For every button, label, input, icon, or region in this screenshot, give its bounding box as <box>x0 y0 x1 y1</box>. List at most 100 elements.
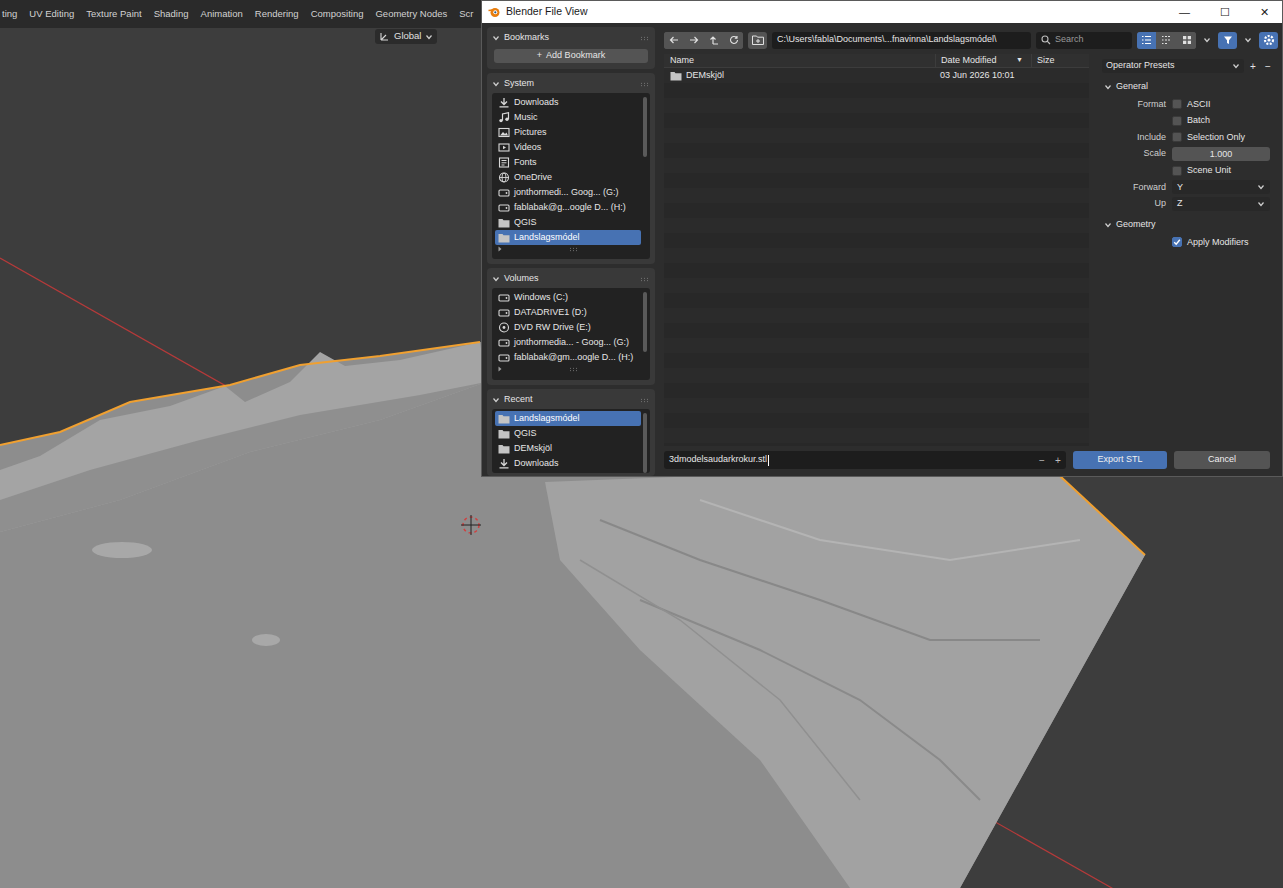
list-resize-bar[interactable] <box>495 365 641 373</box>
close-button[interactable]: ✕ <box>1247 4 1282 21</box>
column-header[interactable]: Name <box>664 54 935 67</box>
sidebar-item[interactable]: QGIS <box>495 215 641 230</box>
nav-button[interactable] <box>724 32 743 49</box>
checkbox[interactable] <box>1172 166 1182 176</box>
checkbox-label[interactable]: ASCII <box>1187 98 1211 112</box>
sidebar-item[interactable]: Downloads <box>495 456 641 471</box>
checkbox[interactable] <box>1172 237 1182 247</box>
filename-field[interactable]: 3dmodelsaudarkrokur.stl−+ <box>664 451 1066 469</box>
number-field[interactable]: 1.000 <box>1172 147 1270 161</box>
checkbox-label[interactable]: Batch <box>1187 114 1210 128</box>
panel-header[interactable]: System <box>492 75 650 93</box>
panel-header[interactable]: Bookmarks <box>492 29 650 47</box>
sidebar-item[interactable]: fablabak@gm...oogle D... (H:) <box>495 350 641 365</box>
workspace-tab[interactable]: Scr <box>453 7 479 21</box>
add-preset-button[interactable]: + <box>1247 59 1259 73</box>
section-title: General <box>1116 80 1148 94</box>
sidebar-item[interactable]: Downloads <box>495 95 641 110</box>
checkbox[interactable] <box>1172 99 1182 109</box>
dropdown[interactable]: Z <box>1172 197 1270 211</box>
orientation-dropdown[interactable]: Global <box>375 29 437 44</box>
drag-grip-icon[interactable] <box>640 277 650 282</box>
minimize-button[interactable]: — <box>1167 4 1202 21</box>
sidebar-item[interactable]: Fonts <box>495 155 641 170</box>
sidebar-item[interactable]: Pictures <box>495 125 641 140</box>
sidebar-item[interactable]: DEMskjöl <box>495 441 641 456</box>
text-cursor <box>768 455 769 466</box>
sidebar-item[interactable]: Landslagsmódel <box>495 230 641 245</box>
decrement-button[interactable]: − <box>1034 453 1050 468</box>
collapse-icon <box>492 275 500 283</box>
drag-grip-icon[interactable] <box>640 36 650 41</box>
sidebar-item[interactable]: jonthormedia... - Goog... (G:) <box>495 335 641 350</box>
scrollbar[interactable] <box>643 292 647 352</box>
resize-grip-icon[interactable] <box>569 247 579 252</box>
panel-header[interactable]: Volumes <box>492 270 650 288</box>
display-options-dropdown[interactable] <box>1201 32 1213 49</box>
checkbox-label[interactable]: Selection Only <box>1187 131 1245 145</box>
chevron-down-icon <box>1257 183 1265 191</box>
checkbox[interactable] <box>1172 116 1182 126</box>
workspace-tab[interactable]: Shading <box>148 7 195 21</box>
horizontal-list-icon <box>1161 35 1172 45</box>
workspace-tab[interactable]: Texture Paint <box>80 7 147 21</box>
file-row[interactable]: DEMskjöl03 Jun 2026 10:01 <box>664 68 1089 83</box>
nav-button[interactable] <box>664 32 683 49</box>
workspace-tab[interactable]: Animation <box>195 7 249 21</box>
music-icon <box>498 112 510 124</box>
sidebar-item[interactable]: OneDrive <box>495 170 641 185</box>
scrollbar[interactable] <box>643 97 647 157</box>
panel-header[interactable]: Recent <box>492 391 650 409</box>
download-icon <box>498 97 510 109</box>
remove-preset-button[interactable]: − <box>1262 59 1274 73</box>
workspace-tab[interactable]: Compositing <box>305 7 370 21</box>
settings-button[interactable] <box>1259 32 1278 49</box>
checkbox-label[interactable]: Scene Unit <box>1187 164 1231 178</box>
item-label: QGIS <box>514 427 537 441</box>
search-field[interactable] <box>1036 32 1132 49</box>
section-header[interactable]: General <box>1100 78 1278 96</box>
add-bookmark-button[interactable]: +Add Bookmark <box>494 49 648 63</box>
display-mode-button[interactable] <box>1177 32 1196 49</box>
sidebar-item[interactable]: DATADRIVE1 (D:) <box>495 305 641 320</box>
workspace-tab[interactable]: ting <box>2 7 23 21</box>
workspace-tab[interactable]: UV Editing <box>23 7 80 21</box>
new-folder-icon <box>752 35 764 45</box>
display-mode-button[interactable] <box>1137 32 1156 49</box>
sidebar-item[interactable]: fablabak@g...oogle D... (H:) <box>495 200 641 215</box>
workspace-tab[interactable]: Geometry Nodes <box>369 7 453 21</box>
section-header[interactable]: Geometry <box>1100 216 1278 234</box>
dropdown[interactable]: Y <box>1172 180 1270 194</box>
sidebar-item[interactable]: DVD RW Drive (E:) <box>495 320 641 335</box>
maximize-button[interactable]: ☐ <box>1207 4 1242 21</box>
filter-button[interactable] <box>1218 32 1237 49</box>
export-button[interactable]: Export STL <box>1073 451 1167 469</box>
checkbox[interactable] <box>1172 132 1182 142</box>
new-folder-button[interactable] <box>748 32 767 49</box>
column-header[interactable]: Size <box>1031 54 1089 67</box>
path-field[interactable]: C:\Users\fabla\Documents\...fnavinna\Lan… <box>772 32 1031 49</box>
filter-options-dropdown[interactable] <box>1242 32 1254 49</box>
list-resize-bar[interactable] <box>495 245 641 253</box>
nav-button[interactable] <box>684 32 703 49</box>
empty-row <box>664 143 1089 158</box>
resize-grip-icon[interactable] <box>569 367 579 372</box>
sidebar-item[interactable]: Videos <box>495 140 641 155</box>
sidebar-item[interactable]: QGIS <box>495 426 641 441</box>
search-input[interactable] <box>1055 33 1127 47</box>
display-mode-button[interactable] <box>1157 32 1176 49</box>
checkbox-label[interactable]: Apply Modifiers <box>1187 236 1249 250</box>
nav-button[interactable] <box>704 32 723 49</box>
sidebar-item[interactable]: Landslagsmódel <box>495 411 641 426</box>
sidebar-item[interactable]: Music <box>495 110 641 125</box>
column-header[interactable]: Date Modified▼ <box>935 54 1031 67</box>
sidebar-item[interactable]: jonthormedi... Goog... (G:) <box>495 185 641 200</box>
increment-button[interactable]: + <box>1050 453 1066 468</box>
scrollbar[interactable] <box>643 413 647 473</box>
workspace-tab[interactable]: Rendering <box>249 7 305 21</box>
drag-grip-icon[interactable] <box>640 82 650 87</box>
drag-grip-icon[interactable] <box>640 398 650 403</box>
cancel-button[interactable]: Cancel <box>1174 451 1270 469</box>
presets-dropdown[interactable]: Operator Presets <box>1102 59 1244 73</box>
sidebar-item[interactable]: Windows (C:) <box>495 290 641 305</box>
